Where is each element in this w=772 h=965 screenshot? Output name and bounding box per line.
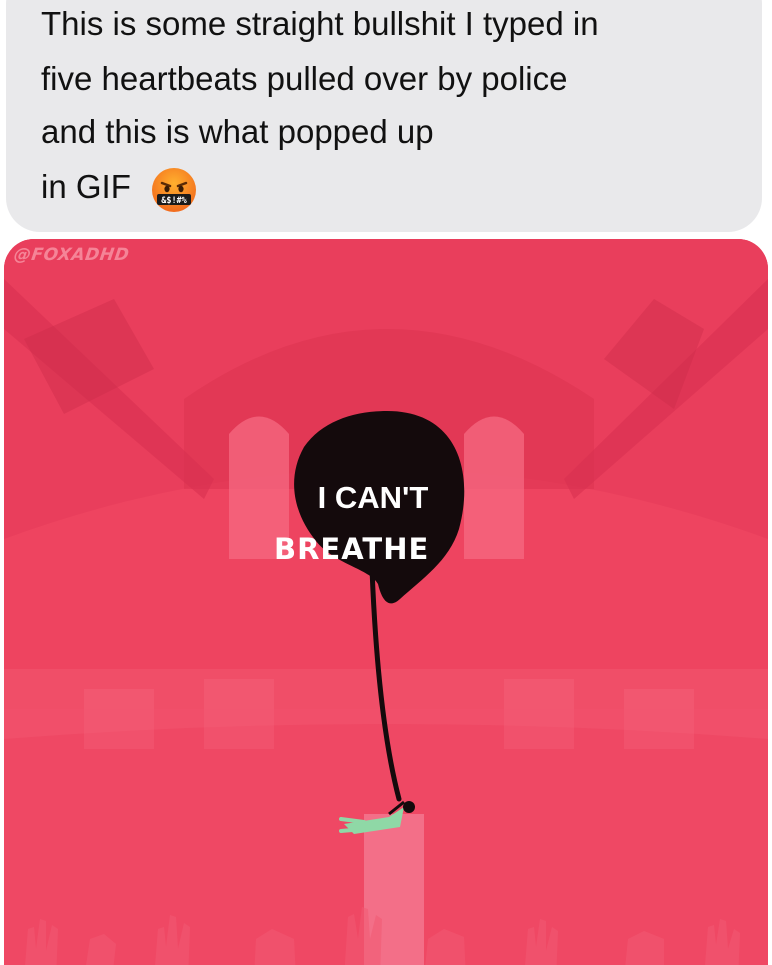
angry-cursing-emoji-icon: &$!#% [152, 168, 196, 212]
message-text-line-4: in GIF [41, 168, 131, 205]
message-text-line-3: and this is what popped up [41, 113, 434, 150]
message-text-line-1: This is some straight bullshit I typed i… [41, 5, 599, 42]
message-text-line-2: five heartbeats pulled over by police [41, 60, 568, 97]
received-message-bubble[interactable]: This is some straight bullshit I typed i… [6, 0, 762, 232]
gif-watermark: @FOXADHD [12, 245, 131, 265]
gif-preview[interactable]: @FOXADHD I CAN'T BREATHE [4, 239, 768, 965]
speech-bubble-text-line-2: BREATHE [274, 532, 430, 566]
emoji-symbols: &$!#% [161, 196, 187, 206]
conversation-screen: This is some straight bullshit I typed i… [0, 0, 772, 965]
gif-illustration [4, 239, 768, 965]
speech-bubble-text-line-1: I CAN'T [317, 480, 429, 515]
